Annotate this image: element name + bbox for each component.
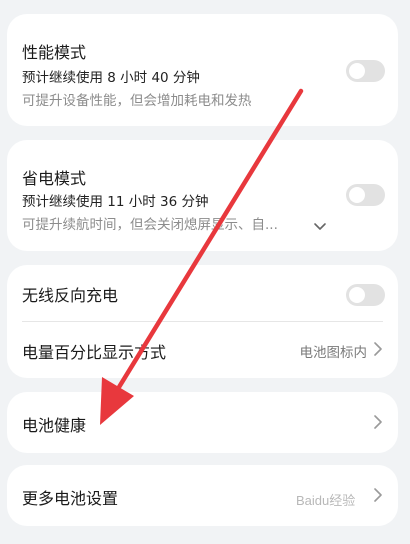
toggle-knob <box>349 287 365 303</box>
battery-health-card[interactable]: 电池健康 <box>7 392 398 453</box>
power-save-mode-toggle[interactable] <box>346 184 385 206</box>
power-save-mode-estimate: 预计继续使用 11 小时 36 分钟 <box>22 194 209 210</box>
performance-mode-title: 性能模式 <box>22 43 87 62</box>
chevron-right-icon <box>374 342 382 356</box>
toggle-knob <box>349 187 365 203</box>
chevron-right-icon <box>374 415 382 429</box>
baidu-watermark: Baidu经验 <box>296 493 356 508</box>
chevron-down-icon[interactable] <box>313 222 327 232</box>
chevron-right-icon <box>374 488 382 502</box>
reverse-charging-row[interactable]: 无线反向充电 <box>7 265 398 322</box>
power-save-mode-title: 省电模式 <box>22 169 87 188</box>
performance-mode-estimate: 预计继续使用 8 小时 40 分钟 <box>22 70 200 86</box>
performance-mode-card: 性能模式 预计继续使用 8 小时 40 分钟 可提升设备性能，但会增加耗电和发热 <box>7 14 398 126</box>
power-save-mode-description: 可提升续航时间，但会关闭熄屏显示、自... <box>22 217 278 233</box>
battery-percentage-label: 电量百分比显示方式 <box>22 343 167 362</box>
performance-mode-description: 可提升设备性能，但会增加耗电和发热 <box>22 93 252 109</box>
charging-settings-card: 无线反向充电 电量百分比显示方式 电池图标内 <box>7 265 398 378</box>
more-battery-settings-label: 更多电池设置 <box>22 489 119 508</box>
reverse-charging-label: 无线反向充电 <box>22 286 119 305</box>
battery-percentage-row[interactable]: 电量百分比显示方式 电池图标内 <box>7 322 398 378</box>
performance-mode-toggle[interactable] <box>346 60 385 82</box>
battery-percentage-value: 电池图标内 <box>299 345 368 361</box>
power-save-mode-card: 省电模式 预计继续使用 11 小时 36 分钟 可提升续航时间，但会关闭熄屏显示… <box>7 140 398 251</box>
reverse-charging-toggle[interactable] <box>346 284 385 306</box>
battery-health-label: 电池健康 <box>22 416 87 435</box>
toggle-knob <box>349 63 365 79</box>
